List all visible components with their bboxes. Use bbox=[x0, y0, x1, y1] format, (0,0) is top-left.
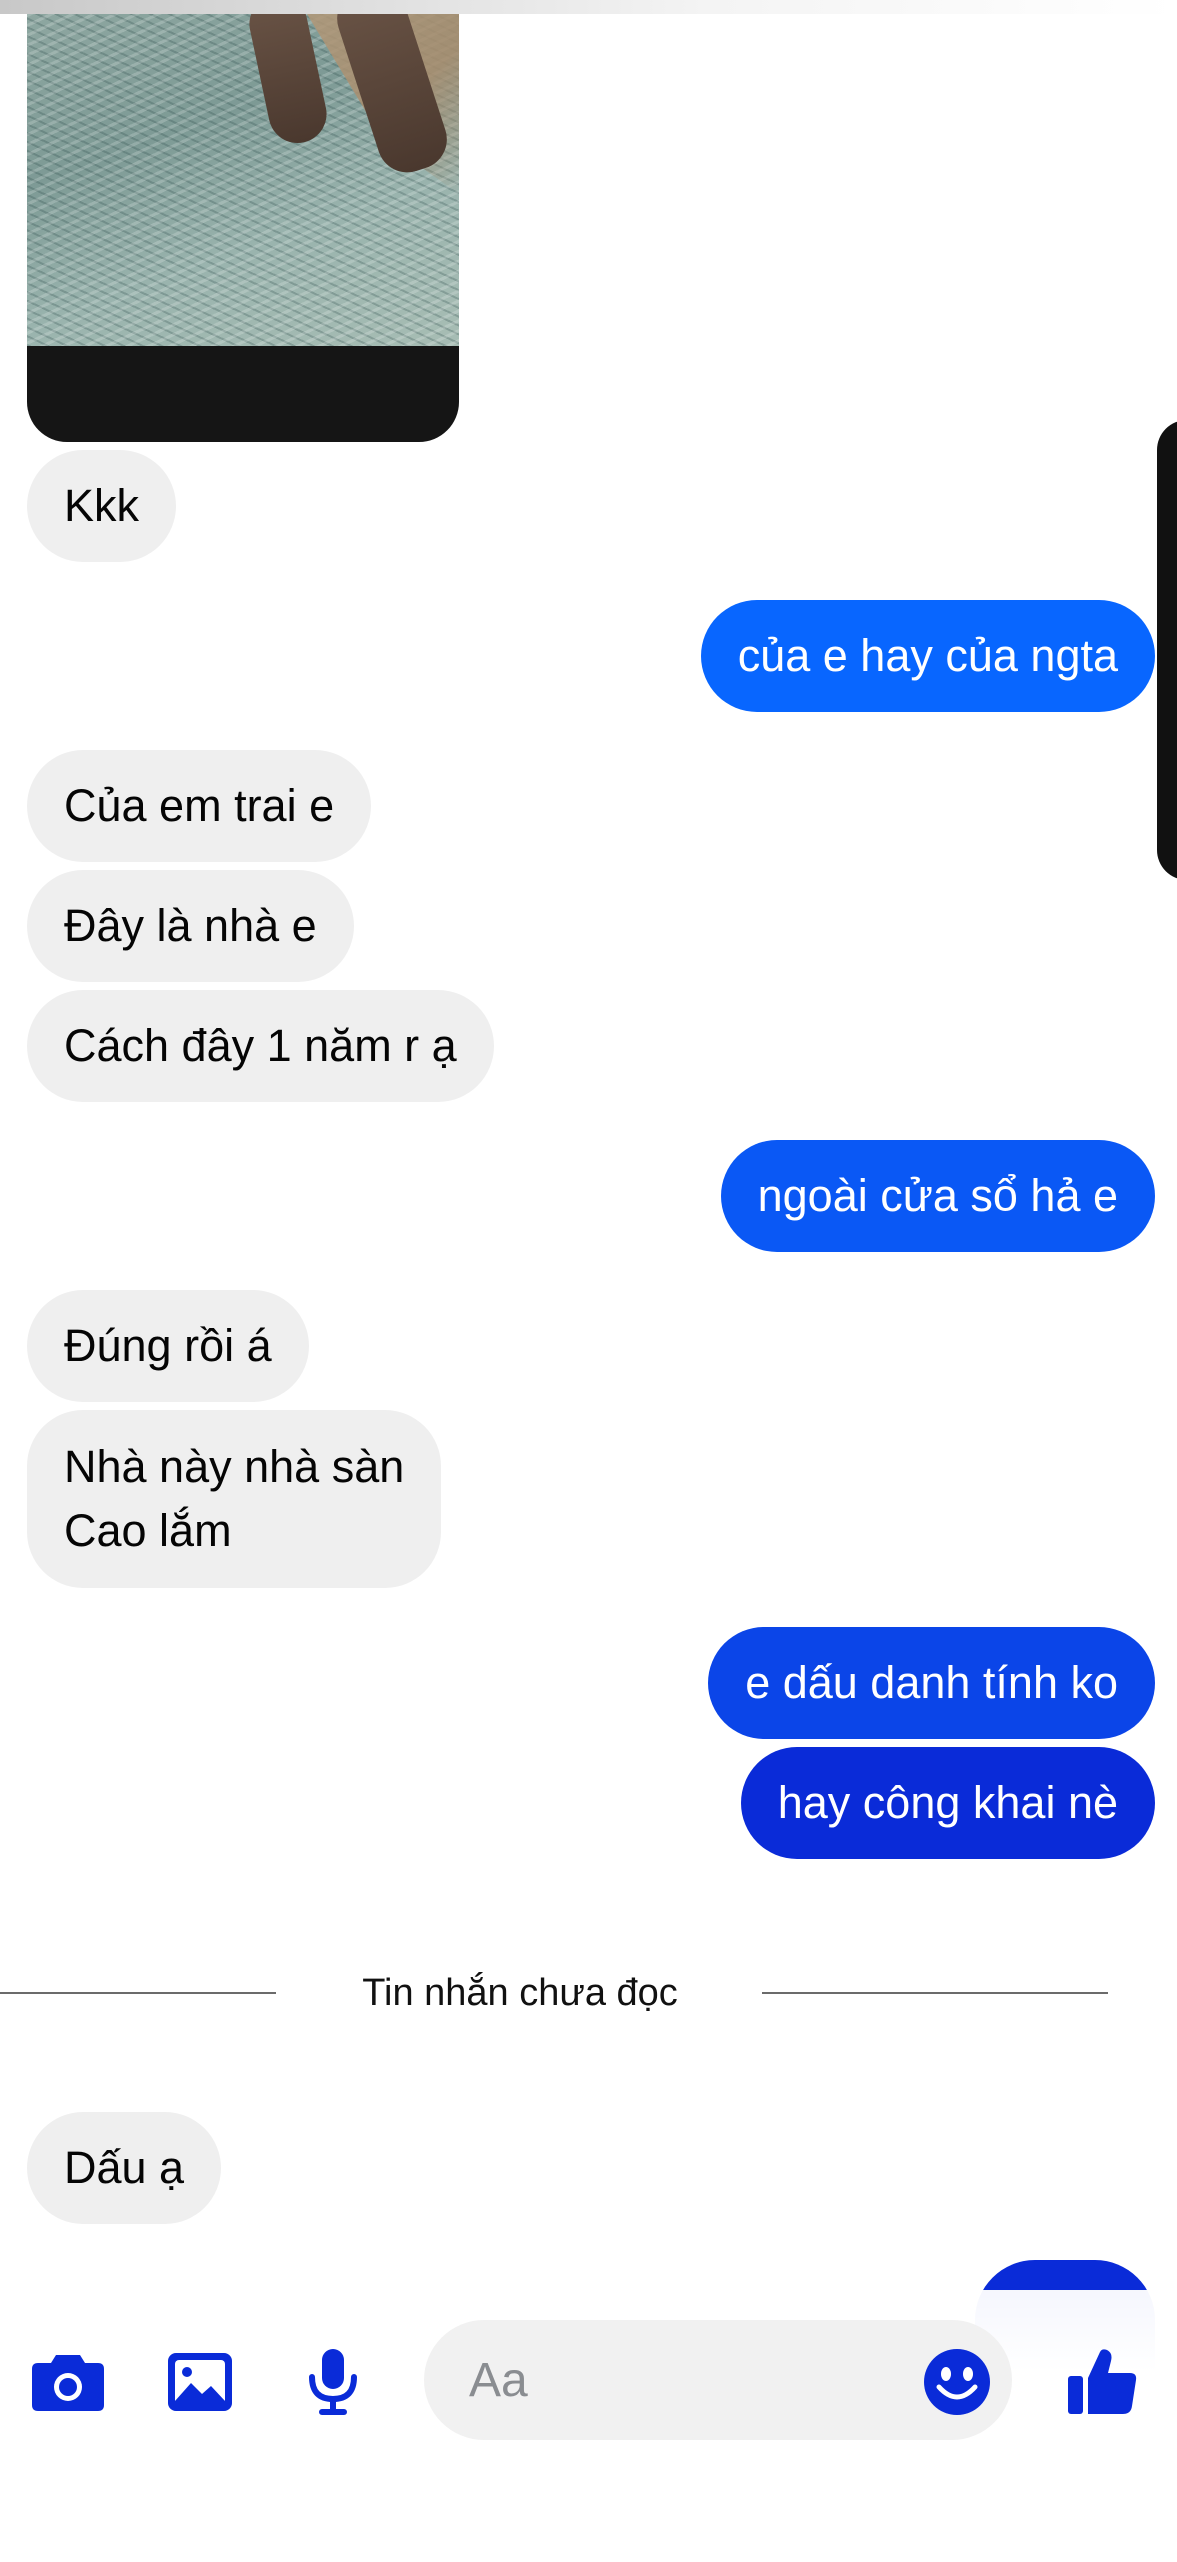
message-text: Cao lắm bbox=[64, 1505, 232, 1556]
microphone-icon[interactable] bbox=[293, 2342, 373, 2422]
camera-icon[interactable] bbox=[28, 2342, 108, 2422]
message-text: của e hay của ngta bbox=[737, 630, 1118, 681]
thumbs-up-icon[interactable] bbox=[1062, 2342, 1142, 2422]
messenger-chat-screen: Kkk của e hay của ngta Của em trai e Đây… bbox=[0, 0, 1177, 2562]
message-text: hay công khai nè bbox=[777, 1777, 1118, 1828]
edge-element bbox=[1157, 420, 1177, 880]
incoming-message[interactable]: Dấu ạ bbox=[27, 2112, 222, 2224]
emoji-icon[interactable] bbox=[917, 2342, 997, 2422]
incoming-message[interactable]: Kkk bbox=[27, 450, 177, 562]
outgoing-message[interactable]: của e hay của ngta bbox=[700, 600, 1155, 712]
image-icon[interactable] bbox=[160, 2342, 240, 2422]
incoming-message[interactable]: Nhà này nhà sàn Cao lắm bbox=[27, 1410, 442, 1588]
message-text: Kkk bbox=[64, 480, 140, 531]
message-text: Đây là nhà e bbox=[64, 900, 317, 951]
message-text: ngoài cửa sổ hả e bbox=[757, 1170, 1118, 1221]
message-text: Dấu ạ bbox=[64, 2142, 185, 2193]
incoming-message[interactable]: Cách đây 1 năm r ạ bbox=[27, 990, 494, 1102]
message-text: Nhà này nhà sàn bbox=[64, 1441, 405, 1492]
incoming-message[interactable]: Đúng rồi á bbox=[27, 1290, 309, 1402]
message-text: e dấu danh tính ko bbox=[745, 1657, 1118, 1708]
unread-divider: Tin nhắn chưa đọc bbox=[0, 1958, 1177, 2028]
outgoing-message[interactable]: hay công khai nè bbox=[740, 1747, 1155, 1859]
incoming-message[interactable]: Đây là nhà e bbox=[27, 870, 354, 982]
message-text: Đúng rồi á bbox=[64, 1320, 272, 1371]
top-fade bbox=[0, 0, 1177, 14]
photo-leg bbox=[244, 14, 332, 149]
divider-line-right bbox=[762, 1992, 1108, 1994]
message-text: Của em trai e bbox=[64, 780, 335, 831]
outgoing-message[interactable]: ngoài cửa sổ hả e bbox=[720, 1140, 1155, 1252]
photo-content bbox=[27, 14, 459, 346]
message-text: Cách đây 1 năm r ạ bbox=[64, 1020, 457, 1071]
outgoing-message[interactable]: e dấu danh tính ko bbox=[708, 1627, 1155, 1739]
shared-photo[interactable] bbox=[27, 14, 459, 442]
incoming-message[interactable]: Của em trai e bbox=[27, 750, 372, 862]
